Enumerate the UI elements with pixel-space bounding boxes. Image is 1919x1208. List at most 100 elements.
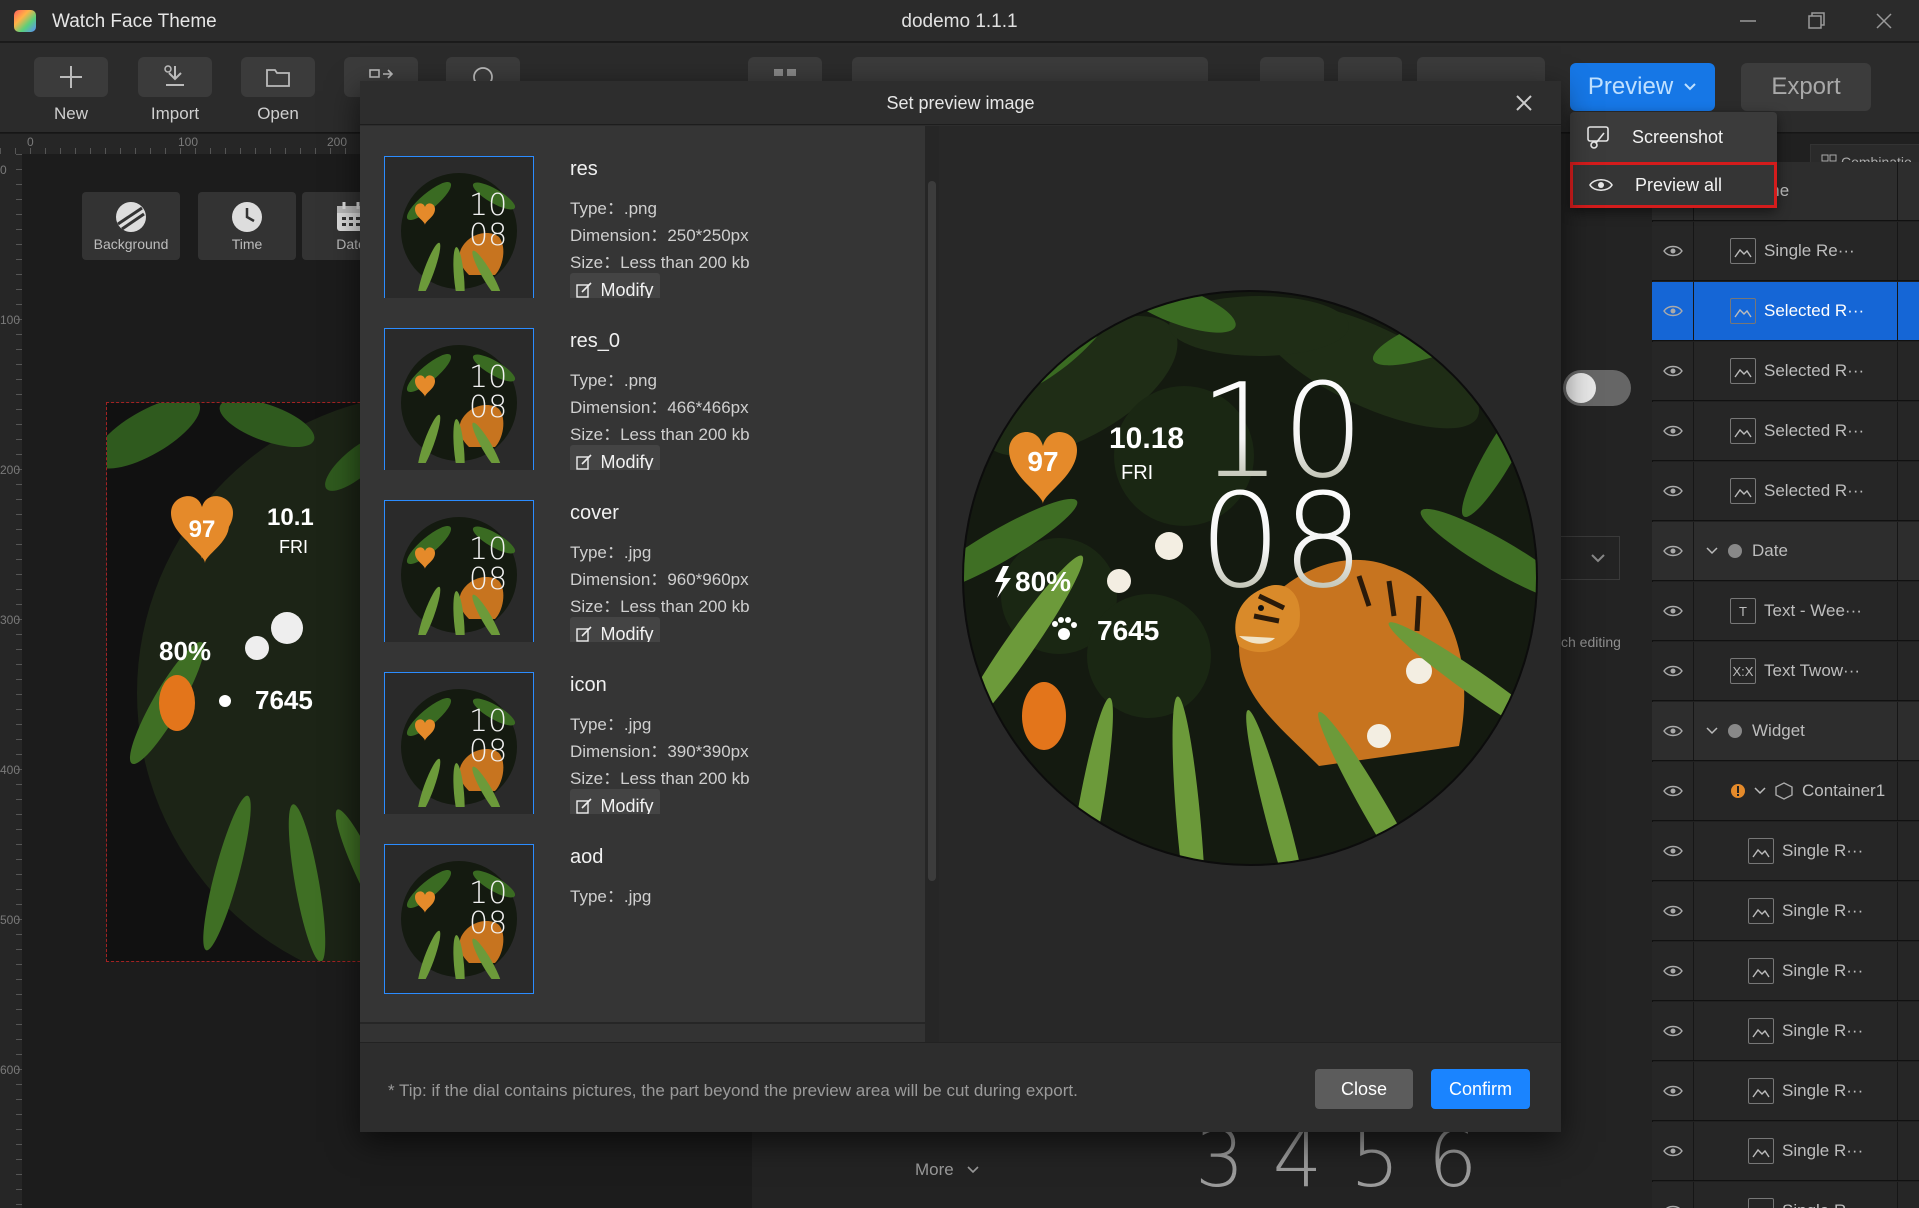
layer-body[interactable]: Single R··· xyxy=(1694,898,1897,924)
lock-toggle[interactable] xyxy=(1897,162,1919,220)
layer-body[interactable]: Single R··· xyxy=(1694,838,1897,864)
visibility-toggle[interactable] xyxy=(1652,222,1694,280)
property-toggle[interactable] xyxy=(1563,370,1631,406)
layer-body[interactable]: Selected R··· xyxy=(1694,478,1897,504)
export-button[interactable]: Export xyxy=(1741,63,1871,111)
lock-toggle[interactable] xyxy=(1897,1062,1919,1120)
preview-button[interactable]: Preview xyxy=(1570,63,1715,111)
visibility-toggle[interactable] xyxy=(1652,342,1694,400)
lock-toggle[interactable] xyxy=(1897,342,1919,400)
layer-body[interactable]: Selected R··· xyxy=(1694,418,1897,444)
lock-toggle[interactable] xyxy=(1897,822,1919,880)
visibility-toggle[interactable] xyxy=(1652,282,1694,340)
visibility-toggle[interactable] xyxy=(1652,822,1694,880)
layer-group-row[interactable]: Date xyxy=(1652,522,1919,581)
lock-toggle[interactable] xyxy=(1897,282,1919,340)
layer-row[interactable]: Single R··· xyxy=(1652,942,1919,1001)
layer-body[interactable]: Single R··· xyxy=(1694,1078,1897,1104)
layer-body[interactable]: Single Re··· xyxy=(1694,238,1897,264)
layer-row[interactable]: Single R··· xyxy=(1652,1062,1919,1121)
eye-icon xyxy=(1662,485,1683,497)
layer-row[interactable]: Selected R··· xyxy=(1652,402,1919,461)
svg-text:08: 08 xyxy=(469,562,507,597)
layer-row[interactable]: Selected R··· xyxy=(1652,342,1919,401)
lock-toggle[interactable] xyxy=(1897,582,1919,640)
visibility-toggle[interactable] xyxy=(1652,1002,1694,1060)
image-thumbnail[interactable]: 10 08 xyxy=(384,500,534,650)
layer-row[interactable]: Single R··· xyxy=(1652,1182,1919,1208)
ruler-left-300: 300 xyxy=(0,613,21,627)
layer-body[interactable]: Date xyxy=(1694,541,1897,561)
lock-toggle[interactable] xyxy=(1897,1002,1919,1060)
layer-row[interactable]: Single R··· xyxy=(1652,882,1919,941)
layer-row[interactable]: Container1 xyxy=(1652,762,1919,821)
lock-toggle[interactable] xyxy=(1897,222,1919,280)
visibility-toggle[interactable] xyxy=(1652,522,1694,580)
layer-row[interactable]: Single Re··· xyxy=(1652,222,1919,281)
layer-body[interactable]: T Text - Wee··· xyxy=(1694,598,1897,624)
layer-body[interactable]: Single R··· xyxy=(1694,1018,1897,1044)
image-thumbnail[interactable]: 10 08 xyxy=(384,844,534,994)
visibility-toggle[interactable] xyxy=(1652,942,1694,1000)
visibility-toggle[interactable] xyxy=(1652,762,1694,820)
window-close-button[interactable] xyxy=(1868,6,1900,36)
palette-background[interactable]: Background xyxy=(82,192,180,260)
confirm-button[interactable]: Confirm xyxy=(1431,1069,1530,1109)
lock-toggle[interactable] xyxy=(1897,762,1919,820)
open-button[interactable]: Open xyxy=(241,57,315,124)
layer-body[interactable]: Selected R··· xyxy=(1694,358,1897,384)
layer-row[interactable]: Single R··· xyxy=(1652,1122,1919,1181)
layer-row[interactable]: T Text - Wee··· xyxy=(1652,582,1919,641)
lock-toggle[interactable] xyxy=(1897,1182,1919,1208)
lock-toggle[interactable] xyxy=(1897,882,1919,940)
list-scrollbar[interactable] xyxy=(925,126,939,1042)
visibility-toggle[interactable] xyxy=(1652,642,1694,700)
layer-body[interactable]: Single R··· xyxy=(1694,958,1897,984)
visibility-toggle[interactable] xyxy=(1652,402,1694,460)
layer-group-row[interactable]: Widget xyxy=(1652,702,1919,761)
layer-row[interactable]: Selected R··· xyxy=(1652,282,1919,341)
layer-body[interactable]: Single R··· xyxy=(1694,1138,1897,1164)
visibility-toggle[interactable] xyxy=(1652,882,1694,940)
layer-row[interactable]: Single R··· xyxy=(1652,1002,1919,1061)
preview-image-list[interactable]: 10 08 res Type：.png Dimension：250*250px … xyxy=(360,126,925,1042)
restore-button[interactable] xyxy=(1800,6,1832,36)
lock-toggle[interactable] xyxy=(1897,462,1919,520)
minimize-button[interactable] xyxy=(1732,6,1764,36)
lock-toggle[interactable] xyxy=(1897,942,1919,1000)
screenshot-menu-item[interactable]: Screenshot xyxy=(1570,114,1777,160)
layer-row[interactable]: Selected R··· xyxy=(1652,462,1919,521)
layer-body[interactable]: X:X Text Twow··· xyxy=(1694,658,1897,684)
preview-image-item[interactable]: 10 08 aod Type：.jpg xyxy=(360,814,925,1024)
visibility-toggle[interactable] xyxy=(1652,462,1694,520)
close-button[interactable]: Close xyxy=(1315,1069,1413,1109)
image-thumbnail[interactable]: 10 08 xyxy=(384,328,534,478)
preview-all-menu-item[interactable]: Preview all xyxy=(1570,162,1777,208)
list-scroll-thumb[interactable] xyxy=(928,181,936,881)
import-button[interactable]: Import xyxy=(138,57,212,124)
layer-body[interactable]: Single R··· xyxy=(1694,1198,1897,1208)
visibility-toggle[interactable] xyxy=(1652,1182,1694,1208)
layer-body[interactable]: Container1 xyxy=(1694,781,1897,801)
more-toggle[interactable]: More xyxy=(915,1160,980,1180)
lock-toggle[interactable] xyxy=(1897,522,1919,580)
layer-body[interactable]: Widget xyxy=(1694,721,1897,741)
layer-body[interactable]: Selected R··· xyxy=(1694,298,1897,324)
dialog-close-button[interactable] xyxy=(1512,91,1536,115)
visibility-toggle[interactable] xyxy=(1652,582,1694,640)
image-thumbnail[interactable]: 10 08 xyxy=(384,156,534,306)
lock-toggle[interactable] xyxy=(1897,702,1919,760)
visibility-toggle[interactable] xyxy=(1652,1062,1694,1120)
lock-toggle[interactable] xyxy=(1897,642,1919,700)
lock-toggle[interactable] xyxy=(1897,402,1919,460)
visibility-toggle[interactable] xyxy=(1652,1122,1694,1180)
image-thumbnail[interactable]: 10 08 xyxy=(384,672,534,822)
palette-time[interactable]: Time xyxy=(198,192,296,260)
layer-row[interactable]: X:X Text Twow··· xyxy=(1652,642,1919,701)
lock-toggle[interactable] xyxy=(1897,1122,1919,1180)
layer-row[interactable]: Single R··· xyxy=(1652,822,1919,881)
property-select[interactable] xyxy=(1560,536,1620,580)
new-button[interactable]: New xyxy=(34,57,108,124)
chevron-down-icon xyxy=(967,1166,980,1174)
visibility-toggle[interactable] xyxy=(1652,702,1694,760)
